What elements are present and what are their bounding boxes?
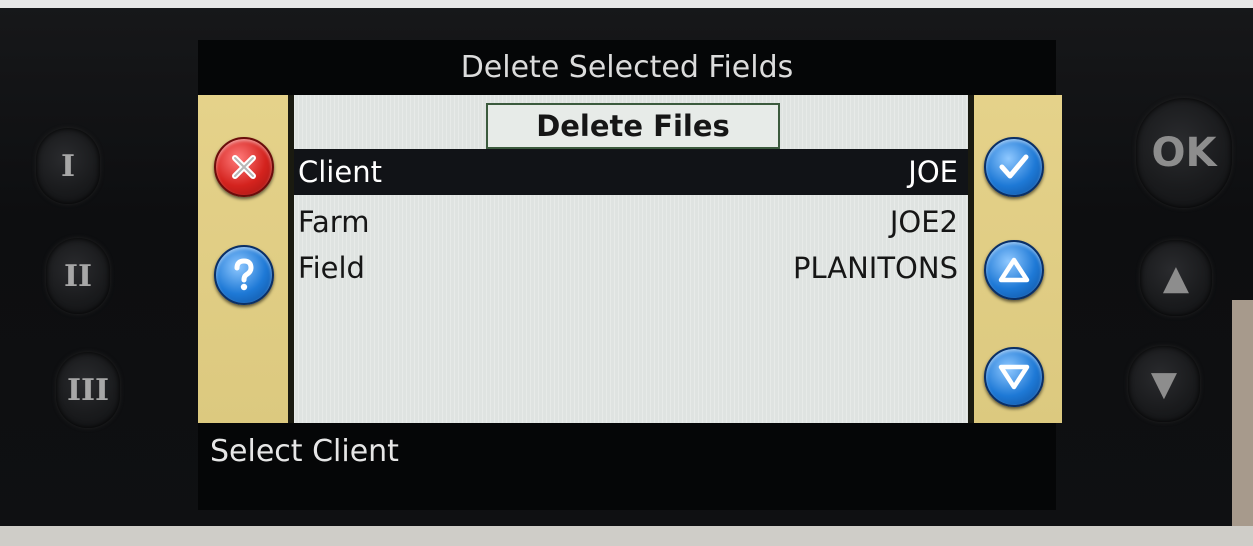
- confirm-button[interactable]: [984, 137, 1044, 197]
- right-softkey-panel: [968, 95, 1062, 423]
- row-value: JOE: [908, 155, 958, 189]
- hardware-key-3-label: III: [66, 372, 110, 408]
- hardware-key-1-label: I: [60, 148, 76, 184]
- row-label: Field: [298, 251, 365, 285]
- screen-title: Delete Selected Fields: [460, 50, 794, 85]
- checkmark-icon: [999, 154, 1029, 179]
- cancel-button[interactable]: [214, 137, 274, 197]
- hardware-key-1[interactable]: I: [36, 128, 100, 204]
- scroll-up-button[interactable]: [984, 240, 1044, 300]
- x-icon: [232, 155, 256, 179]
- hardware-key-3[interactable]: III: [56, 352, 120, 428]
- left-softkey-panel: [198, 95, 294, 423]
- hardware-key-2[interactable]: II: [46, 238, 110, 314]
- hardware-down-button[interactable]: ▼: [1128, 346, 1200, 422]
- ok-hardware-button[interactable]: OK: [1136, 98, 1232, 208]
- hardware-key-2-label: II: [63, 258, 93, 294]
- background-bottom: [0, 526, 1253, 546]
- row-label: Client: [298, 155, 382, 189]
- row-label: Farm: [298, 205, 370, 239]
- arrow-down-icon: [998, 364, 1030, 390]
- row-value: PLANITONS: [792, 251, 958, 285]
- background-top: [0, 0, 1253, 8]
- list-row-farm[interactable]: Farm JOE2: [294, 199, 968, 245]
- delete-files-header: Delete Files: [486, 103, 780, 149]
- hardware-arrow-up-icon: ▲: [1162, 258, 1190, 298]
- row-value: JOE2: [889, 205, 958, 239]
- question-icon: [234, 258, 254, 291]
- list-row-field[interactable]: Field PLANITONS: [294, 245, 968, 291]
- arrow-up-icon: [998, 257, 1030, 283]
- delete-files-list: Delete Files Client JOE Farm JOE2 Field …: [294, 95, 968, 423]
- hardware-arrow-down-icon: ▼: [1150, 364, 1178, 404]
- ok-hardware-label: OK: [1151, 130, 1217, 176]
- status-message: Select Client: [210, 434, 399, 469]
- lcd-screen: Delete Selected Fields Delete Files Clie…: [198, 40, 1062, 510]
- list-row-client[interactable]: Client JOE: [294, 149, 968, 195]
- scroll-down-button[interactable]: [984, 347, 1044, 407]
- help-button[interactable]: [214, 245, 274, 305]
- background-table-edge: [1232, 300, 1253, 526]
- display-device: I II III OK ▲ ▼ Delete Selected Fields D…: [0, 0, 1253, 546]
- hardware-up-button[interactable]: ▲: [1140, 240, 1212, 316]
